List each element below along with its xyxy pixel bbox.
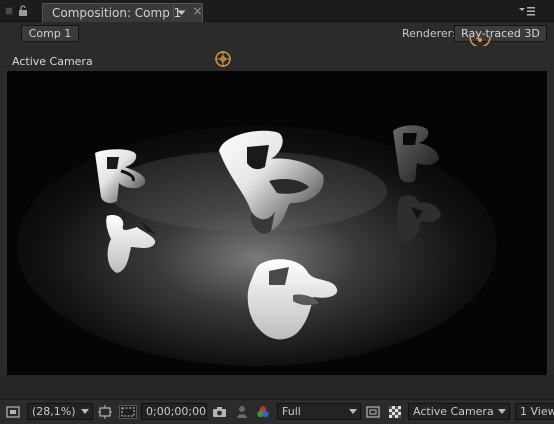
panel-close-icon[interactable] xyxy=(5,7,13,15)
camera-target-icon[interactable] xyxy=(214,50,232,68)
resolution-value: Full xyxy=(282,405,301,418)
renderer-label: Renderer: xyxy=(402,27,456,40)
fast-previews-icon[interactable] xyxy=(366,405,380,419)
chevron-down-icon xyxy=(81,409,89,414)
snapshot-icon[interactable] xyxy=(212,405,227,419)
panel-tab-bar: Composition: Comp 1 × xyxy=(0,0,554,22)
magnification-value: (28,1%) xyxy=(32,405,76,418)
viewer-left-margin xyxy=(0,71,7,375)
comp-navigator-button[interactable]: Comp 1 xyxy=(21,25,79,42)
rendered-3d-scene xyxy=(7,71,547,375)
resolution-dropdown[interactable]: Full xyxy=(277,403,361,420)
show-snapshot-icon[interactable] xyxy=(236,405,248,419)
view-camera-value: Active Camera xyxy=(413,405,494,418)
chevron-down-icon xyxy=(349,409,357,414)
view-layout-dropdown[interactable]: 1 View xyxy=(515,403,554,420)
composition-viewport[interactable] xyxy=(7,71,548,375)
chevron-down-icon xyxy=(498,409,506,414)
magnification-dropdown[interactable]: (28,1%) xyxy=(27,403,93,420)
always-preview-icon[interactable] xyxy=(6,405,20,419)
composition-tab[interactable]: Composition: Comp 1 xyxy=(42,3,203,22)
viewer-right-margin xyxy=(548,71,554,375)
transparency-grid-icon[interactable] xyxy=(388,405,402,419)
tab-menu-icon xyxy=(177,10,186,15)
active-camera-label: Active Camera xyxy=(12,55,93,68)
lock-icon[interactable] xyxy=(17,5,29,17)
color-channels-icon[interactable] xyxy=(256,405,270,419)
current-time-field[interactable]: 0;00;00;00 xyxy=(141,403,207,420)
viewer-label-row: Active Camera xyxy=(0,46,554,71)
tab-menu-button[interactable] xyxy=(173,5,189,20)
tab-close-button[interactable]: × xyxy=(192,4,203,19)
view-layout-value: 1 View xyxy=(520,405,554,418)
region-of-interest-icon[interactable] xyxy=(119,405,137,419)
viewer-toolbar: (28,1%) 0;00;00;00 Full Active Camera 1 … xyxy=(0,399,554,424)
view-camera-dropdown[interactable]: Active Camera xyxy=(408,403,510,420)
composition-tab-title: Composition: Comp 1 xyxy=(52,6,182,20)
viewer-bottom-margin xyxy=(0,375,554,399)
safe-zones-icon[interactable] xyxy=(98,405,112,419)
timecode-value: 0;00;00;00 xyxy=(146,405,207,418)
panel-menu-icon[interactable] xyxy=(518,5,536,17)
